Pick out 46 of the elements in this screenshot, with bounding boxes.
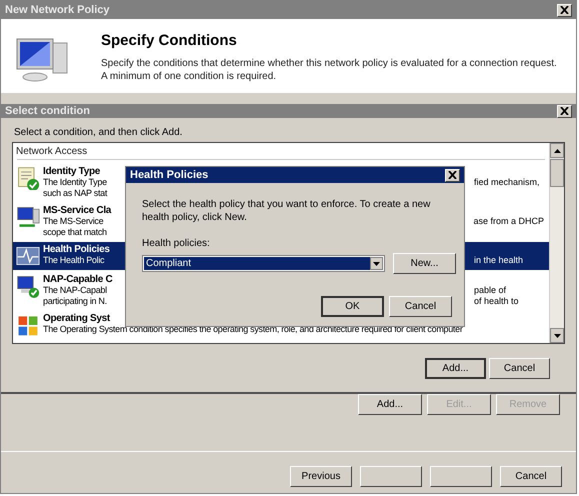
button[interactable]: Cancel (389, 296, 452, 317)
close-button[interactable] (445, 168, 460, 182)
down-arrow-icon[interactable] (554, 334, 560, 338)
scrollbar[interactable] (549, 143, 564, 343)
item-description: of health to (474, 296, 519, 307)
window-title: New Network Policy (5, 2, 110, 18)
dropdown[interactable]: Compliant (142, 255, 385, 272)
field-label: Health policies: (142, 237, 210, 251)
heartbeat-icon (16, 244, 40, 268)
button[interactable]: OK (321, 296, 384, 317)
item-description: The NAP-Capabl (43, 285, 108, 296)
item-title: Health Policies (43, 244, 110, 255)
close-button[interactable] (557, 104, 572, 118)
item-title: Identity Type (43, 166, 100, 177)
item-description: ase from a DHCP (473, 216, 544, 227)
item-description: such as NAP stat (43, 188, 108, 199)
computer-icon (16, 205, 40, 229)
button[interactable]: Cancel (500, 466, 562, 487)
button[interactable] (430, 466, 492, 487)
button[interactable]: Add... (358, 394, 422, 415)
item-title: Operating Syst (43, 313, 110, 324)
scrollbar-thumb[interactable] (550, 159, 564, 187)
button[interactable]: Previous (290, 466, 352, 487)
item-title: MS-Service Cla (43, 205, 112, 216)
item-description: in the health (474, 255, 524, 266)
up-arrow-icon[interactable] (554, 148, 560, 152)
item-description: The Identity Type (43, 177, 108, 188)
close-button[interactable] (557, 4, 572, 16)
item-description: The Health Polic (43, 255, 106, 266)
dialog-title: Select condition (5, 104, 90, 119)
group-header: Network Access (16, 145, 88, 159)
button[interactable] (360, 466, 422, 487)
button[interactable]: Cancel (489, 358, 550, 379)
instruction-text: Select a condition, and then click Add. (14, 126, 182, 140)
item-description: The MS-Service (43, 216, 104, 227)
item-title: NAP-Capable C (43, 274, 112, 285)
item-description: fied mechanism, (474, 177, 540, 188)
button[interactable]: New... (393, 253, 456, 274)
button[interactable]: Add... (425, 358, 486, 379)
item-description: participating in N. (43, 296, 108, 307)
dialog-title: Health Policies (130, 168, 208, 183)
item-description: scope that match (43, 227, 108, 238)
description-text: Specify the conditions that determine whether this network policy is evaluated for a connection request. A minimum of one condition is required. (101, 56, 558, 82)
page-title: Specify Conditions (101, 31, 238, 51)
description-text: Select the health policy that you want to enforce. To create a new health policy, click New. (142, 198, 432, 224)
item-description: pable of (474, 285, 506, 296)
